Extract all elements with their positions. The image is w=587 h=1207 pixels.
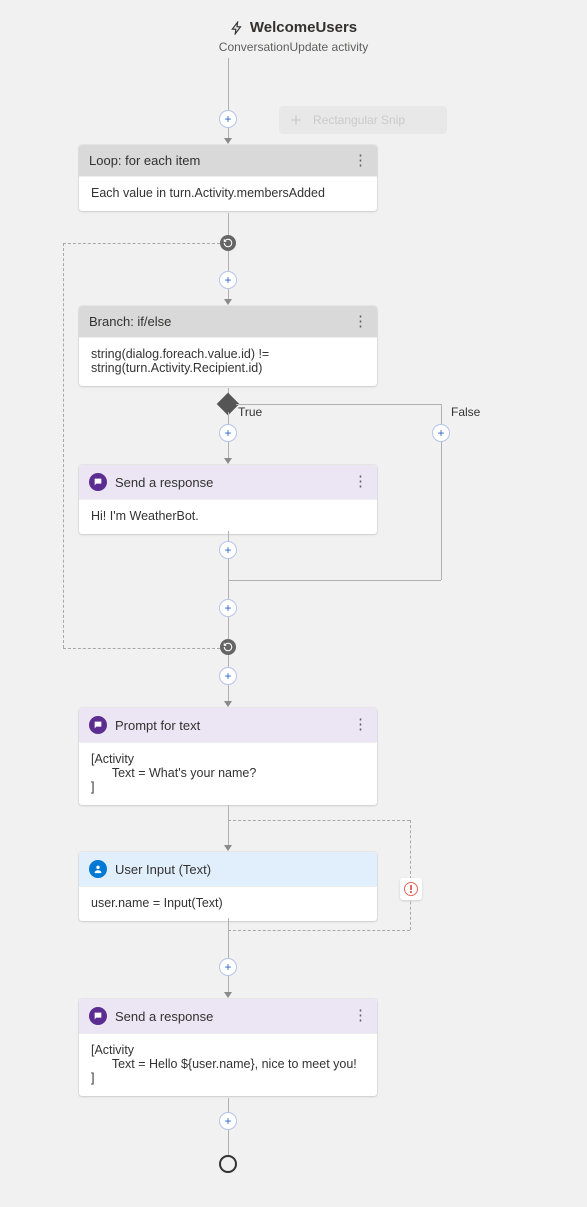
loop-title: Loop: for each item	[89, 153, 200, 168]
bolt-icon	[230, 21, 244, 35]
connector	[228, 685, 229, 701]
prompt-title: Prompt for text	[115, 718, 200, 733]
connector	[228, 617, 229, 639]
kebab-icon[interactable]: ⋮	[353, 720, 367, 730]
add-node-button[interactable]: +	[219, 541, 237, 559]
connector	[228, 805, 229, 845]
prompt-text-card[interactable]: Prompt for text ⋮ [Activity Text = What'…	[79, 708, 377, 805]
connector	[228, 1098, 229, 1112]
add-node-button[interactable]: +	[219, 958, 237, 976]
connector	[228, 655, 229, 667]
user-icon	[89, 860, 107, 878]
connector	[228, 918, 229, 958]
trigger-name: WelcomeUsers	[250, 19, 357, 36]
branch-true-label: True	[238, 405, 262, 419]
plus-icon	[289, 113, 303, 127]
retry-path	[410, 820, 411, 930]
connector	[228, 289, 229, 299]
add-node-button[interactable]: +	[219, 110, 237, 128]
user-input-card[interactable]: User Input (Text) user.name = Input(Text…	[79, 852, 377, 921]
snip-label: Rectangular Snip	[313, 113, 405, 127]
kebab-icon[interactable]: ⋮	[353, 477, 367, 487]
connector	[228, 442, 229, 458]
connector	[441, 404, 442, 424]
connector	[236, 404, 441, 405]
add-node-button[interactable]: +	[219, 424, 237, 442]
connector	[228, 58, 229, 110]
error-badge[interactable]	[400, 878, 422, 900]
retry-path	[228, 930, 410, 931]
arrow-down-icon	[224, 992, 232, 998]
kebab-icon[interactable]: ⋮	[353, 317, 367, 327]
end-node	[219, 1155, 237, 1173]
branch-body: string(dialog.foreach.value.id) != strin…	[79, 337, 377, 386]
kebab-icon[interactable]: ⋮	[353, 1011, 367, 1021]
connector	[228, 580, 441, 581]
add-node-button[interactable]: +	[219, 271, 237, 289]
add-node-button[interactable]: +	[432, 424, 450, 442]
loop-return-path	[63, 243, 64, 648]
loop-end-node	[220, 639, 236, 655]
chat-icon	[89, 1007, 107, 1025]
branch-title: Branch: if/else	[89, 314, 171, 329]
arrow-down-icon	[224, 299, 232, 305]
connector	[228, 1130, 229, 1155]
connector	[228, 128, 229, 138]
error-icon	[404, 882, 418, 896]
loop-start-node	[220, 235, 236, 251]
kebab-icon[interactable]: ⋮	[353, 156, 367, 166]
connector	[441, 442, 442, 580]
send-response-title: Send a response	[115, 475, 213, 490]
trigger-title: WelcomeUsers	[0, 19, 587, 38]
add-node-button[interactable]: +	[219, 1112, 237, 1130]
trigger-subtitle: ConversationUpdate activity	[0, 40, 587, 54]
user-input-body: user.name = Input(Text)	[79, 886, 377, 921]
connector	[228, 559, 229, 599]
connector	[228, 412, 229, 424]
loop-return-path	[63, 243, 220, 244]
arrow-down-icon	[224, 701, 232, 707]
loop-body: Each value in turn.Activity.membersAdded	[79, 176, 377, 211]
loop-return-path	[63, 648, 220, 649]
branch-false-label: False	[451, 405, 480, 419]
connector	[228, 213, 229, 235]
retry-path	[228, 820, 410, 821]
send-response-card[interactable]: Send a response ⋮ [Activity Text = Hello…	[79, 999, 377, 1096]
connector	[228, 976, 229, 992]
branch-card[interactable]: Branch: if/else ⋮ string(dialog.foreach.…	[79, 306, 377, 386]
user-input-title: User Input (Text)	[115, 862, 211, 877]
chat-icon	[89, 716, 107, 734]
arrow-down-icon	[224, 138, 232, 144]
prompt-body: [Activity Text = What's your name? ]	[79, 742, 377, 805]
add-node-button[interactable]: +	[219, 599, 237, 617]
send-response-body: [Activity Text = Hello ${user.name}, nic…	[79, 1033, 377, 1096]
arrow-down-icon	[224, 458, 232, 464]
connector	[228, 531, 229, 541]
arrow-down-icon	[224, 845, 232, 851]
send-response-body: Hi! I'm WeatherBot.	[79, 499, 377, 534]
connector	[228, 251, 229, 271]
send-response-title: Send a response	[115, 1009, 213, 1024]
chat-icon	[89, 473, 107, 491]
rectangular-snip-button[interactable]: Rectangular Snip	[279, 106, 447, 134]
loop-card[interactable]: Loop: for each item ⋮ Each value in turn…	[79, 145, 377, 211]
send-response-card[interactable]: Send a response ⋮ Hi! I'm WeatherBot.	[79, 465, 377, 534]
add-node-button[interactable]: +	[219, 667, 237, 685]
